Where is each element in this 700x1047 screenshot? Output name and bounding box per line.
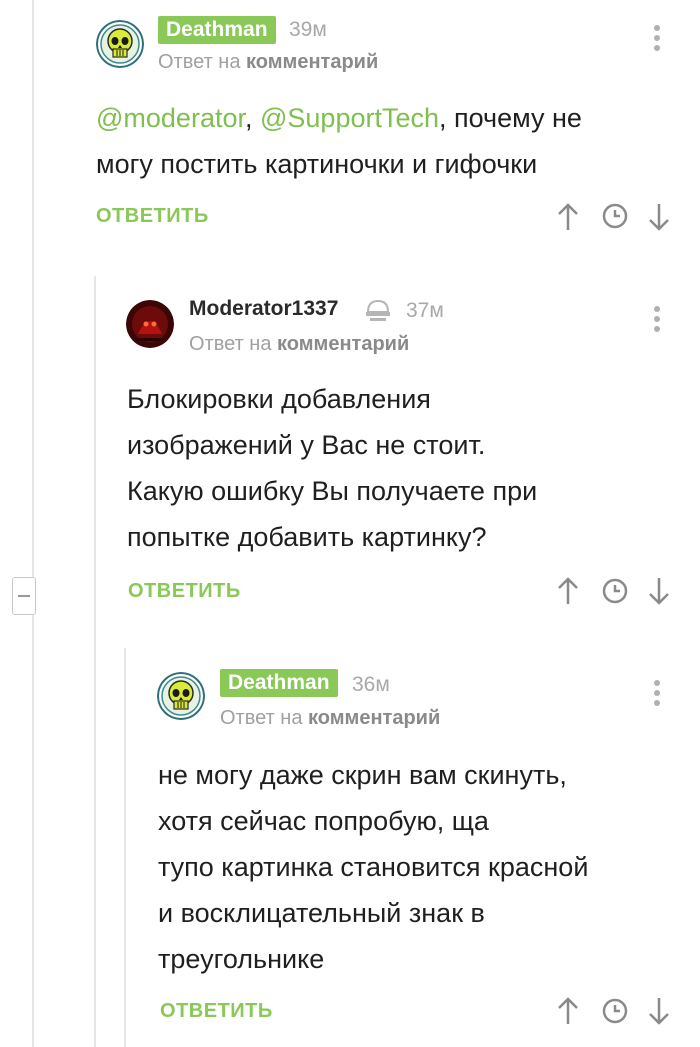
- comment-3: Deathman 36м Ответ на комментарий не мог…: [0, 648, 700, 1047]
- mention-link[interactable]: @SupportTech: [260, 103, 439, 133]
- text-line: хотя сейчас попробую, ща: [158, 806, 489, 836]
- author-name[interactable]: Moderator1337: [189, 296, 338, 322]
- moderator-avatar-icon[interactable]: [126, 300, 174, 348]
- text-line: не могу даже скрин вам скинуть,: [158, 760, 567, 790]
- reply-to-link[interactable]: комментарий: [308, 707, 440, 729]
- text-line: могу постить картиночки и гифочки: [96, 149, 538, 179]
- mention-link[interactable]: @moderator: [96, 103, 245, 133]
- reply-to-info: Ответ на комментарий: [158, 50, 378, 74]
- reply-button[interactable]: ОТВЕТИТЬ: [160, 1000, 273, 1023]
- reply-to-prefix: Ответ на: [220, 707, 303, 729]
- text-line: @moderator, @SupportTech, почему не: [96, 95, 686, 141]
- timestamp[interactable]: 36м: [352, 672, 390, 698]
- comment-text: @moderator, @SupportTech, почему не могу…: [96, 95, 686, 187]
- reply-to-info: Ответ на комментарий: [220, 706, 440, 730]
- text-line: изображений у Вас не стоит.: [127, 430, 486, 460]
- menu-dots-icon[interactable]: [654, 25, 660, 55]
- arrow-down-icon[interactable]: [646, 576, 672, 606]
- comment-text: не могу даже скрин вам скинуть, хотя сей…: [158, 752, 688, 982]
- comment-2: Moderator1337 37м Ответ на комментарий Б…: [0, 276, 700, 626]
- text-fragment: , почему не: [439, 103, 582, 133]
- moderator-badge-icon: [366, 299, 390, 321]
- arrow-down-icon[interactable]: [646, 996, 672, 1026]
- reply-to-link[interactable]: комментарий: [277, 333, 409, 355]
- menu-dots-icon[interactable]: [654, 680, 660, 710]
- text-line: треугольнике: [158, 944, 325, 974]
- clock-icon[interactable]: [602, 578, 628, 604]
- timestamp[interactable]: 39м: [289, 17, 327, 43]
- author-name[interactable]: Deathman: [158, 16, 276, 44]
- reply-to-link[interactable]: комментарий: [246, 51, 378, 73]
- arrow-up-icon[interactable]: [555, 202, 581, 232]
- comment-text: Блокировки добавления изображений у Вас …: [127, 376, 687, 560]
- reply-to-info: Ответ на комментарий: [189, 332, 409, 356]
- arrow-up-icon[interactable]: [555, 996, 581, 1026]
- author-name[interactable]: Deathman: [220, 669, 338, 697]
- text-line: тупо картинка становится красной: [158, 852, 589, 882]
- arrow-down-icon[interactable]: [646, 202, 672, 232]
- reply-to-prefix: Ответ на: [189, 333, 272, 355]
- reply-button[interactable]: ОТВЕТИТЬ: [128, 580, 241, 603]
- text-line: Блокировки добавления: [127, 384, 431, 414]
- reply-button[interactable]: ОТВЕТИТЬ: [96, 205, 209, 228]
- comment-1: Deathman 39м Ответ на комментарий @moder…: [0, 0, 700, 250]
- skull-avatar-icon[interactable]: [157, 672, 205, 720]
- text-line: попытке добавить картинку?: [127, 522, 487, 552]
- timestamp[interactable]: 37м: [406, 298, 444, 324]
- text-line: и восклицательный знак в: [158, 898, 485, 928]
- menu-dots-icon[interactable]: [654, 306, 660, 336]
- mention-separator: ,: [244, 103, 260, 133]
- arrow-up-icon[interactable]: [555, 576, 581, 606]
- clock-icon[interactable]: [602, 998, 628, 1024]
- clock-icon[interactable]: [602, 203, 628, 229]
- reply-to-prefix: Ответ на: [158, 51, 241, 73]
- text-line: Какую ошибку Вы получаете при: [127, 476, 538, 506]
- skull-avatar-icon[interactable]: [96, 20, 144, 68]
